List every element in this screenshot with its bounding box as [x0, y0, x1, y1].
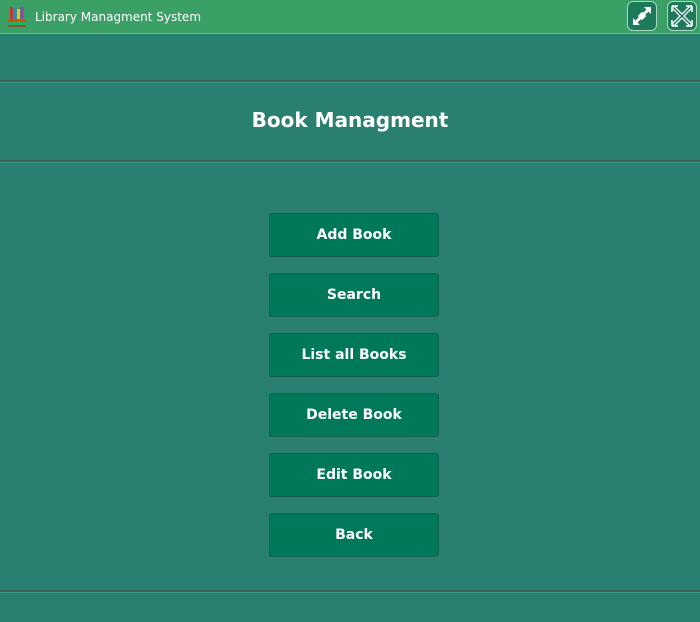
divider-top	[0, 80, 700, 83]
search-button[interactable]: Search	[269, 273, 439, 317]
delete-book-button[interactable]: Delete Book	[269, 393, 439, 437]
window-titlebar[interactable]: Library Managment System	[0, 0, 700, 34]
page-title: Book Managment	[251, 108, 449, 132]
books-stack-icon	[8, 7, 26, 27]
window-title: Library Managment System	[35, 10, 202, 24]
restore-button[interactable]	[627, 1, 657, 31]
edit-book-button[interactable]: Edit Book	[269, 453, 439, 497]
add-book-button[interactable]: Add Book	[269, 213, 439, 257]
list-all-books-button[interactable]: List all Books	[269, 333, 439, 377]
back-button[interactable]: Back	[269, 513, 439, 557]
divider-header	[0, 160, 700, 163]
divider-bottom	[0, 590, 700, 593]
close-button[interactable]	[667, 1, 697, 31]
